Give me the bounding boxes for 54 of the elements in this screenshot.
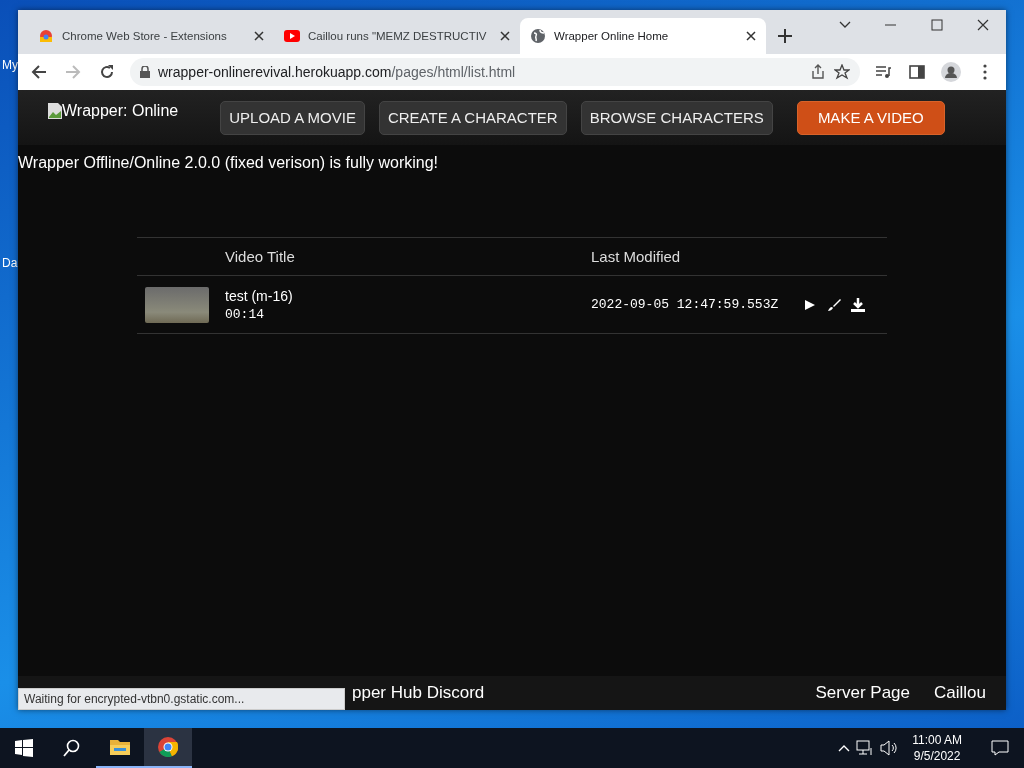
globe-icon xyxy=(530,28,546,44)
folder-icon[interactable] xyxy=(110,737,130,757)
address-bar[interactable]: wrapper-onlinerevival.herokuapp.com/pages/html/list.html xyxy=(130,58,860,86)
share-icon[interactable] xyxy=(810,64,826,80)
profile-avatar-icon[interactable] xyxy=(941,62,961,82)
caret-up-icon[interactable] xyxy=(838,744,851,752)
download-icon[interactable] xyxy=(851,297,865,312)
close-icon[interactable] xyxy=(746,31,756,41)
browser-tab[interactable]: Caillou runs "MEMZ DESTRUCTIV xyxy=(274,18,520,54)
video-icon xyxy=(284,28,300,44)
announcement-text: Wrapper Offline/Online 2.0.0 (fixed verison) is fully working! xyxy=(18,154,440,172)
browser-tab[interactable]: Chrome Web Store - Extensions xyxy=(28,18,274,54)
broken-logo-image[interactable]: Wrapper: Online xyxy=(48,102,179,120)
modified-date: 2022-09-05 12:47:59.553Z xyxy=(591,297,780,312)
video-thumbnail[interactable] xyxy=(145,286,209,323)
broken-image-icon xyxy=(48,103,62,119)
reload-icon[interactable] xyxy=(99,64,115,80)
notification-icon[interactable] xyxy=(991,740,1009,756)
desktop-icon-label[interactable]: Da xyxy=(2,256,18,270)
video-title[interactable]: test (m-16) xyxy=(225,287,591,304)
brush-icon[interactable] xyxy=(827,297,841,312)
play-icon[interactable] xyxy=(803,297,817,312)
maximize-icon[interactable] xyxy=(931,19,943,31)
column-header: Video Title xyxy=(225,248,296,265)
close-icon[interactable] xyxy=(500,31,510,41)
nav-button[interactable]: UPLOAD A MOVIE xyxy=(220,100,365,135)
more-menu-icon[interactable] xyxy=(983,64,987,80)
network-icon[interactable] xyxy=(856,740,875,756)
star-icon[interactable] xyxy=(834,64,850,80)
nav-button[interactable]: CREATE A CHARACTER xyxy=(378,100,567,135)
video-duration: 00:14 xyxy=(225,306,265,322)
clock-date[interactable]: 9/5/2022 xyxy=(912,748,962,764)
desktop-icon-label[interactable]: My xyxy=(2,58,18,72)
footer-link[interactable]: Server Page xyxy=(815,683,910,703)
windows-start-icon[interactable] xyxy=(14,738,34,758)
url-text: wrapper-onlinerevival.herokuapp.com/pages/html/list.html xyxy=(158,64,516,80)
browser-tab[interactable]: Wrapper Online Home xyxy=(520,18,766,54)
side-panel-icon[interactable] xyxy=(909,64,925,80)
footer-link[interactable]: pper Hub Discord xyxy=(352,683,485,703)
lock-icon xyxy=(140,66,150,78)
media-queue-icon[interactable] xyxy=(875,64,891,80)
nav-button[interactable]: BROWSE CHARACTERS xyxy=(580,100,773,135)
back-arrow-icon[interactable] xyxy=(31,64,47,80)
status-bubble: Waiting for encrypted-vtbn0.gstatic.com... xyxy=(18,688,345,710)
search-icon[interactable] xyxy=(62,738,82,758)
volume-icon[interactable] xyxy=(880,740,899,756)
clock-time[interactable]: 11:00 AM xyxy=(912,732,962,748)
nav-button[interactable]: MAKE A VIDEO xyxy=(796,100,945,135)
close-icon[interactable] xyxy=(254,31,264,41)
column-header: Last Modified xyxy=(591,248,682,265)
footer-link[interactable]: Caillou xyxy=(934,683,986,703)
plus-icon[interactable] xyxy=(778,29,792,43)
chrome-icon[interactable] xyxy=(158,737,178,757)
close-icon[interactable] xyxy=(977,19,989,31)
